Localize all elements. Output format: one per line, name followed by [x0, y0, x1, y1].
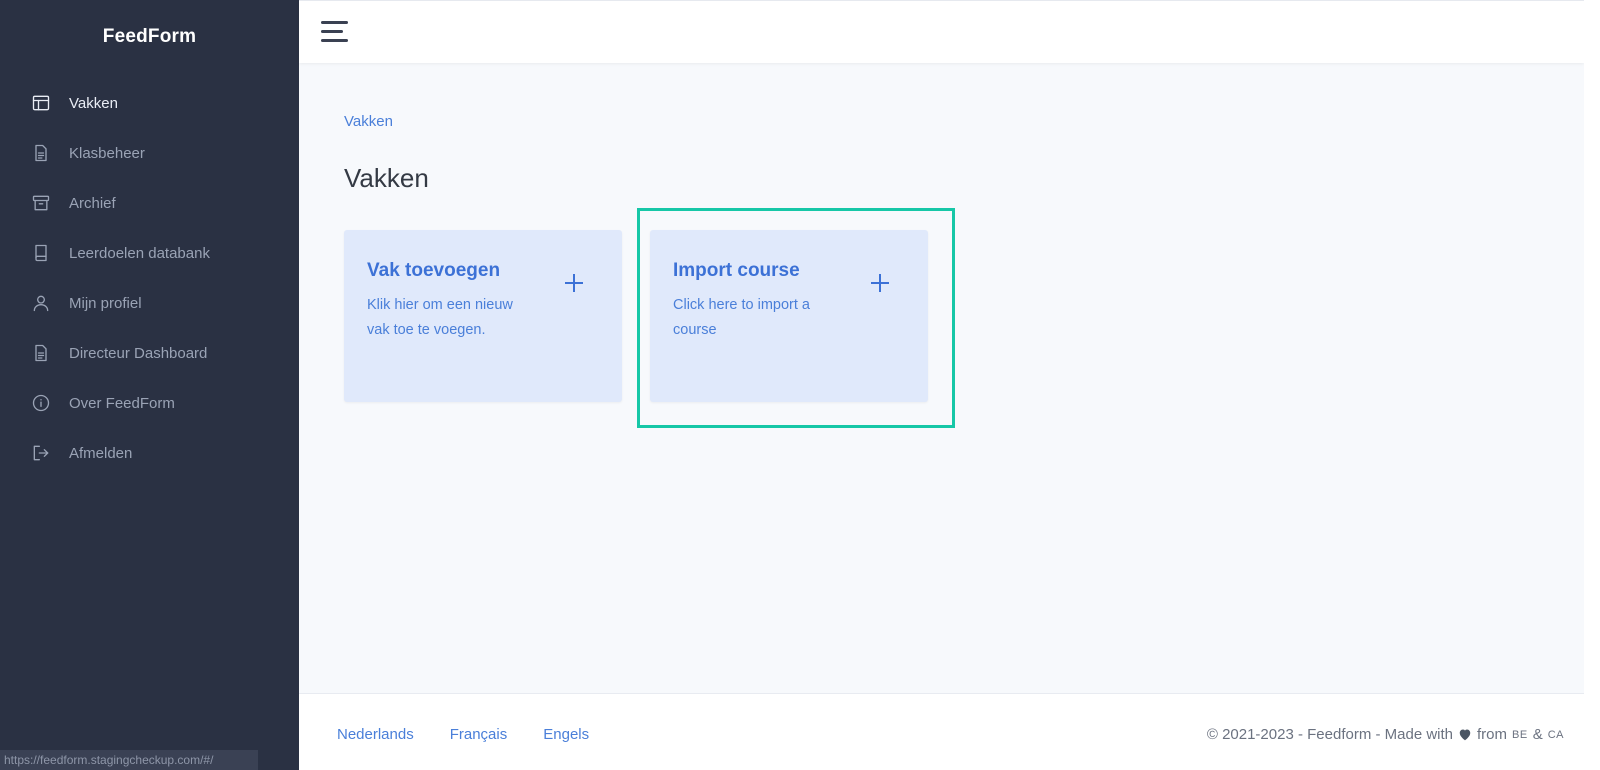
layout-icon [30, 92, 52, 114]
sidebar-item-mijn-profiel[interactable]: Mijn profiel [0, 278, 299, 328]
sidebar-item-label: Archief [69, 194, 116, 212]
card-description: Klik hier om een nieuw vak toe te voegen… [367, 297, 513, 338]
language-link-francais[interactable]: Français [450, 726, 508, 743]
copyright-from: from [1477, 726, 1508, 743]
logout-icon [30, 442, 52, 464]
language-switcher: Nederlands Français Engels [337, 726, 589, 743]
page-title: Vakken [344, 163, 429, 193]
sidebar-item-klasbeheer[interactable]: Klasbeheer [0, 128, 299, 178]
sidebar-nav: Vakken Klasbeheer Archief Leerdoelen dat… [0, 78, 299, 478]
sidebar-item-label: Vakken [69, 94, 118, 112]
sidebar-item-label: Directeur Dashboard [69, 344, 208, 362]
sidebar-item-label: Klasbeheer [69, 144, 145, 162]
heart-icon [1458, 728, 1472, 741]
language-link-engels[interactable]: Engels [543, 726, 589, 743]
country-ca: CA [1547, 728, 1564, 741]
sidebar-item-afmelden[interactable]: Afmelden [0, 428, 299, 478]
document-icon [30, 142, 52, 164]
sidebar-item-label: Over FeedForm [69, 394, 175, 412]
footer: Nederlands Français Engels © 2021-2023 -… [299, 693, 1584, 770]
sidebar-item-label: Afmelden [69, 444, 133, 462]
sidebar-item-directeur-dashboard[interactable]: Directeur Dashboard [0, 328, 299, 378]
archive-icon [30, 192, 52, 214]
top-bar [299, 0, 1584, 63]
plus-icon [564, 273, 584, 293]
breadcrumb[interactable]: Vakken [344, 113, 393, 130]
document-icon [30, 342, 52, 364]
sidebar-item-vakken[interactable]: Vakken [0, 78, 299, 128]
book-icon [30, 242, 52, 264]
user-icon [30, 292, 52, 314]
copyright: © 2021-2023 - Feedform - Made with from … [1207, 726, 1564, 743]
brand-logo[interactable]: FeedForm [0, 26, 299, 48]
language-link-nederlands[interactable]: Nederlands [337, 726, 414, 743]
card-title: Vak toevoegen [367, 260, 501, 281]
plus-icon [870, 273, 890, 293]
sidebar: FeedForm Vakken Klasbeheer Archief Leerd… [0, 0, 299, 770]
menu-toggle-icon[interactable] [321, 19, 351, 45]
card-description: Click here to import a course [673, 297, 810, 338]
country-be: BE [1512, 728, 1528, 741]
info-icon [30, 392, 52, 414]
card-title: Import course [673, 260, 800, 281]
status-bar-url: https://feedform.stagingcheckup.com/#/ [0, 750, 258, 770]
scrollbar[interactable] [1584, 0, 1600, 770]
add-course-card[interactable]: Vak toevoegen Klik hier om een nieuw vak… [344, 230, 622, 402]
main-content: Vakken Vakken Vak toevoegen Klik hier om… [299, 63, 1584, 693]
sidebar-item-archief[interactable]: Archief [0, 178, 299, 228]
sidebar-item-label: Mijn profiel [69, 294, 142, 312]
ampersand: & [1532, 726, 1543, 743]
sidebar-item-label: Leerdoelen databank [69, 244, 210, 262]
import-course-card[interactable]: Import course Click here to import a cou… [650, 230, 928, 402]
sidebar-item-over-feedform[interactable]: Over FeedForm [0, 378, 299, 428]
copyright-text: © 2021-2023 - Feedform - Made with [1206, 726, 1454, 743]
sidebar-item-leerdoelen-databank[interactable]: Leerdoelen databank [0, 228, 299, 278]
